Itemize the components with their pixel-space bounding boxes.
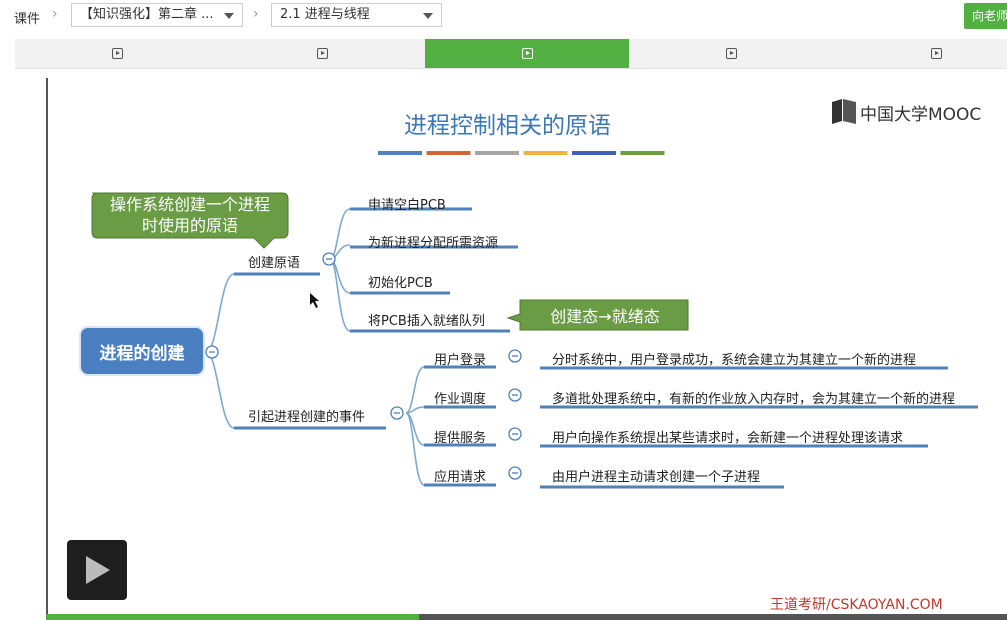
title-color-bar [378, 151, 422, 155]
section-select[interactable]: 2.1 进程与线程 [271, 3, 442, 27]
event-name: 提供服务 [434, 431, 487, 446]
video-tab-5[interactable] [834, 39, 1007, 68]
mooc-logo-text: 中国大学MOOC [860, 105, 982, 125]
event-name: 作业调度 [434, 392, 487, 407]
video-tab-4[interactable] [629, 39, 833, 68]
section-select-value: 2.1 进程与线程 [280, 7, 370, 22]
event-name: 应用请求 [434, 470, 487, 485]
event-name: 用户登录 [434, 353, 487, 368]
chapter-select[interactable]: 【知识强化】第二章 ... [71, 3, 243, 27]
chevron-right-icon: › [52, 6, 58, 22]
callout-state: 创建态→就绪态 [550, 307, 660, 326]
primitive-step: 申请空白PCB [368, 198, 446, 213]
event-description: 由用户进程主动请求创建一个子进程 [552, 470, 761, 485]
mooc-logo-icon [832, 99, 856, 124]
breadcrumb-courseware[interactable]: 课件 [14, 8, 40, 27]
play-button[interactable] [67, 540, 127, 600]
primitive-step: 初始化PCB [368, 276, 433, 291]
play-video-icon [316, 48, 328, 59]
video-player[interactable]: 进程控制相关的原语 中国大学MOOC 操作系统创建一个进程 时使用的原语 创建态… [46, 78, 1007, 615]
play-video-icon [930, 48, 942, 59]
primitive-step: 为新进程分配所需资源 [368, 236, 499, 251]
mouse-cursor-icon [310, 293, 319, 308]
watermark: 王道考研/CSKAOYAN.COM [770, 597, 943, 613]
ask-teacher-button[interactable]: 向老师 [964, 3, 1007, 29]
progress-bar[interactable] [46, 614, 1007, 620]
event-description: 多道批处理系统中，有新的作业放入内存时，会为其建立一个新的进程 [552, 392, 956, 407]
chevron-down-icon [423, 13, 433, 19]
callout-primitive: 操作系统创建一个进程 时使用的原语 [109, 195, 270, 235]
video-tabs [15, 39, 1007, 69]
video-tab-3[interactable] [425, 39, 629, 68]
title-color-bar [523, 151, 568, 155]
progress-bar-fill [46, 614, 419, 620]
video-tab-1[interactable] [15, 39, 219, 68]
chevron-right-icon: › [253, 6, 259, 22]
event-description: 用户向操作系统提出某些请求时，会新建一个进程处理该请求 [552, 431, 904, 446]
play-video-icon [521, 48, 533, 59]
branch-create-primitive: 创建原语 [248, 256, 301, 271]
title-color-bar [475, 151, 519, 155]
title-color-bar [426, 151, 471, 155]
title-color-bars [378, 151, 665, 155]
event-description: 分时系统中，用户登录成功，系统会建立为其建立一个新的进程 [552, 353, 917, 368]
top-nav: 课件 › 【知识强化】第二章 ... › 2.1 进程与线程 向老师 [0, 0, 1007, 34]
branch-create-events: 引起进程创建的事件 [248, 410, 366, 425]
title-color-bar [620, 151, 665, 155]
root-node: 进程的创建 [99, 344, 185, 364]
video-tab-2[interactable] [220, 39, 424, 68]
chevron-down-icon [224, 13, 234, 19]
primitive-step: 将PCB插入就绪队列 [368, 314, 485, 329]
slide-title: 进程控制相关的原语 [404, 113, 611, 139]
play-video-icon [725, 48, 737, 59]
chapter-select-value: 【知识强化】第二章 ... [80, 7, 214, 22]
title-color-bar [572, 151, 616, 155]
play-video-icon [111, 48, 123, 59]
